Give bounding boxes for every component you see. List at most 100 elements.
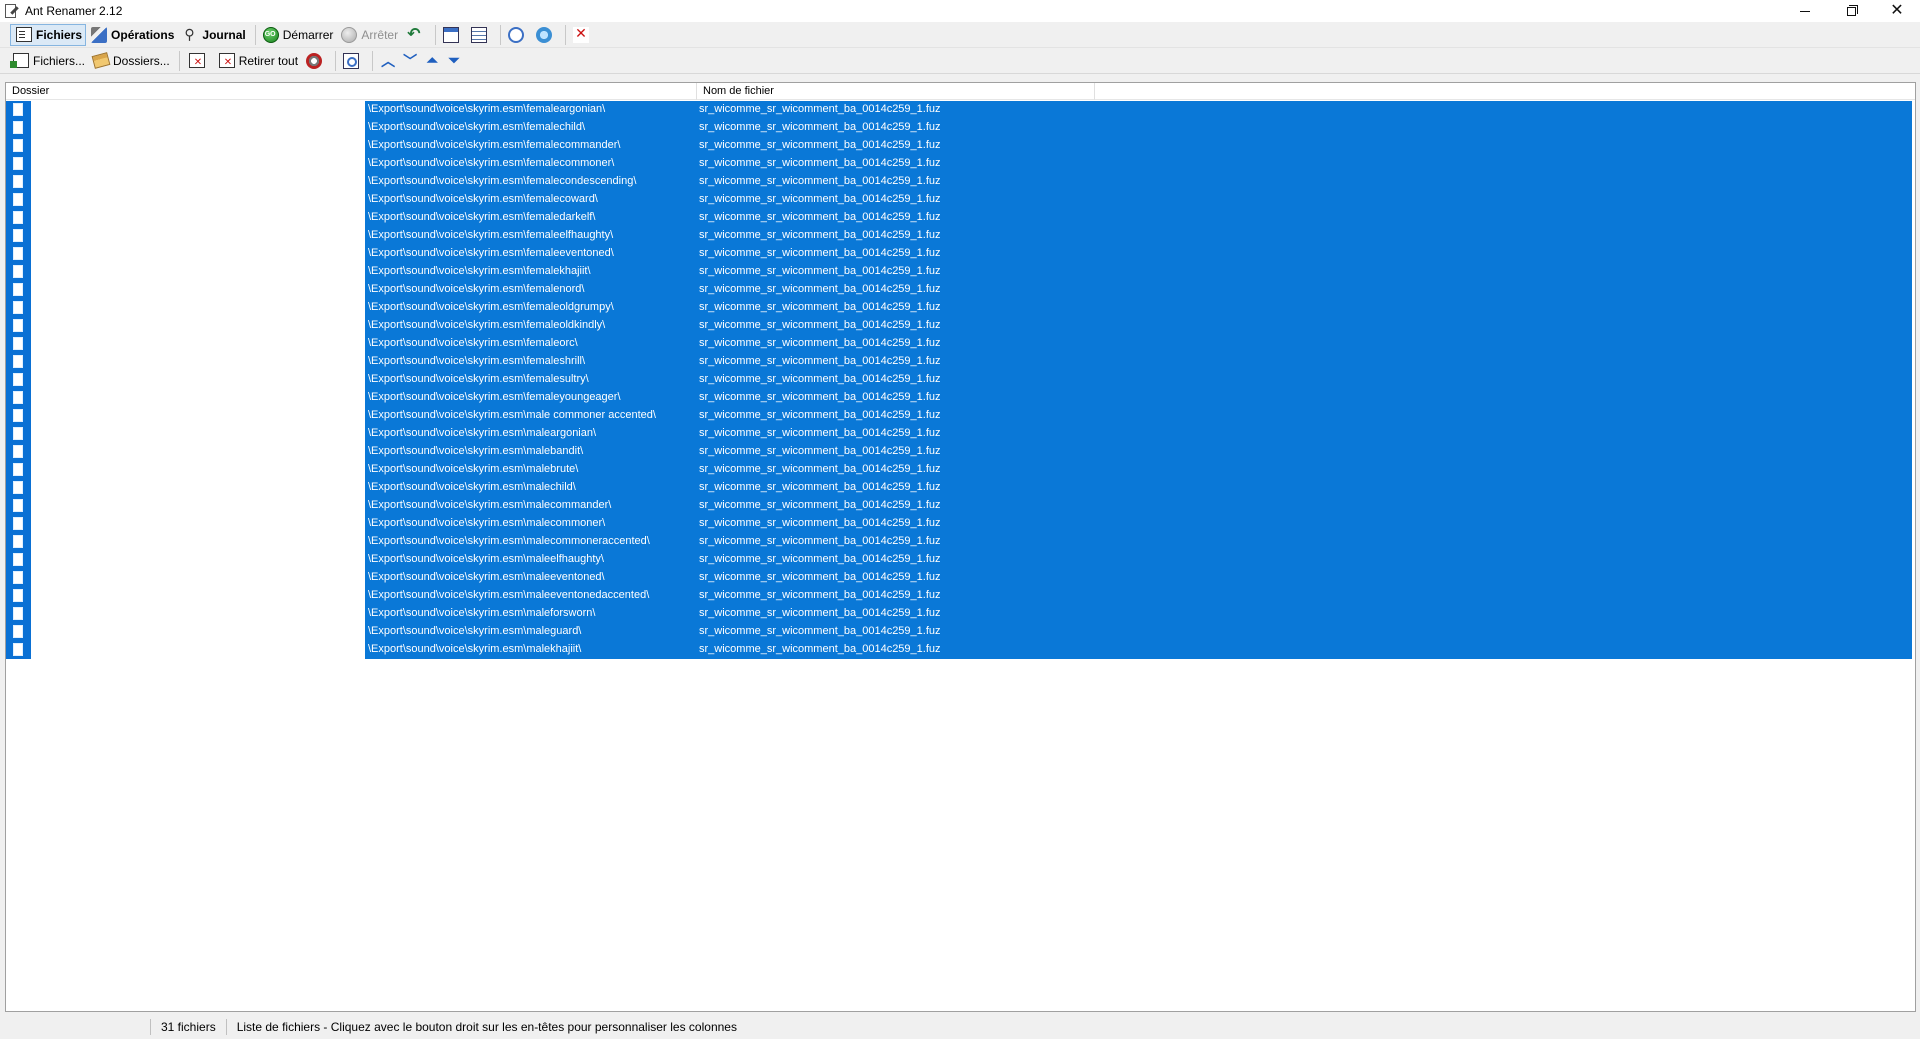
table-row[interactable]: \Export\sound\voice\skyrim.esm\femaleold… (6, 317, 1915, 335)
table-row[interactable]: \Export\sound\voice\skyrim.esm\femaledar… (6, 209, 1915, 227)
file-icon (13, 157, 23, 170)
table-row[interactable]: \Export\sound\voice\skyrim.esm\femaleshr… (6, 353, 1915, 371)
row-dossier: \Export\sound\voice\skyrim.esm\femaleold… (368, 319, 606, 331)
row-filename: sr_wicomme_sr_wicomment_ba_0014c259_1.fu… (699, 247, 941, 259)
add-folders-button[interactable]: Dossiers... (90, 50, 173, 72)
file-icon (13, 481, 23, 494)
row-blank (31, 119, 365, 137)
table-row[interactable]: \Export\sound\voice\skyrim.esm\maleevent… (6, 587, 1915, 605)
row-selection (365, 461, 1912, 479)
main-toolbar: Fichiers Opérations Journal Démarrer Arr… (0, 22, 1920, 48)
remove-dead-button[interactable] (303, 50, 329, 72)
remove-all-label: Retirer tout (238, 53, 299, 68)
help-button[interactable] (533, 24, 559, 46)
row-blank (31, 245, 365, 263)
row-filename: sr_wicomme_sr_wicomment_ba_0014c259_1.fu… (699, 481, 941, 493)
table-row[interactable]: \Export\sound\voice\skyrim.esm\femaleelf… (6, 227, 1915, 245)
stop-button[interactable]: Arrêter (338, 24, 401, 46)
row-filename: sr_wicomme_sr_wicomment_ba_0014c259_1.fu… (699, 337, 941, 349)
file-icon (13, 517, 23, 530)
files-icon (16, 27, 32, 42)
status-message: Liste de fichiers - Cliquez avec le bout… (236, 1020, 737, 1034)
row-filename: sr_wicomme_sr_wicomment_ba_0014c259_1.fu… (699, 229, 941, 241)
table-row[interactable]: \Export\sound\voice\skyrim.esm\maleguard… (6, 623, 1915, 641)
row-icon-cell (6, 515, 31, 533)
column-header-dossier[interactable]: Dossier (6, 83, 697, 100)
table-row[interactable]: \Export\sound\voice\skyrim.esm\maleargon… (6, 425, 1915, 443)
row-dossier: \Export\sound\voice\skyrim.esm\male comm… (368, 409, 656, 421)
window-view-button[interactable] (440, 24, 466, 46)
row-dossier: \Export\sound\voice\skyrim.esm\femalecom… (368, 139, 621, 151)
table-row[interactable]: \Export\sound\voice\skyrim.esm\maleforsw… (6, 605, 1915, 623)
file-count: 31 fichiers (161, 1020, 216, 1034)
remove-all-icon (218, 53, 235, 68)
exit-button[interactable] (570, 24, 596, 46)
remove-selected-button[interactable] (184, 50, 212, 72)
row-filename: sr_wicomme_sr_wicomment_ba_0014c259_1.fu… (699, 409, 941, 421)
tab-journal-label: Journal (202, 27, 246, 42)
table-row[interactable]: \Export\sound\voice\skyrim.esm\maleelfha… (6, 551, 1915, 569)
tab-operations[interactable]: Opérations (88, 24, 177, 46)
undo-button[interactable] (403, 24, 429, 46)
row-selection (365, 641, 1912, 659)
close-window-button[interactable]: ✕ (1874, 0, 1920, 22)
row-dossier: \Export\sound\voice\skyrim.esm\femaleshr… (368, 355, 586, 367)
feedback-button[interactable] (505, 24, 531, 46)
table-row[interactable]: \Export\sound\voice\skyrim.esm\femaleold… (6, 299, 1915, 317)
table-row[interactable]: \Export\sound\voice\skyrim.esm\femaleeve… (6, 245, 1915, 263)
file-icon (13, 301, 23, 314)
minimize-button[interactable] (1782, 0, 1828, 22)
row-selection (365, 353, 1912, 371)
table-row[interactable]: \Export\sound\voice\skyrim.esm\malecomma… (6, 497, 1915, 515)
move-bottom-button[interactable]: ⏷ (446, 52, 462, 69)
row-blank (31, 587, 365, 605)
row-selection (365, 605, 1912, 623)
table-row[interactable]: \Export\sound\voice\skyrim.esm\malecommo… (6, 515, 1915, 533)
preview-button[interactable] (340, 50, 366, 72)
table-row[interactable]: \Export\sound\voice\skyrim.esm\femalecom… (6, 155, 1915, 173)
add-files-button[interactable]: Fichiers... (8, 50, 88, 72)
table-row[interactable]: \Export\sound\voice\skyrim.esm\malechild… (6, 479, 1915, 497)
go-icon (262, 26, 279, 43)
row-icon-cell (6, 569, 31, 587)
table-row[interactable]: \Export\sound\voice\skyrim.esm\femalearg… (6, 101, 1915, 119)
row-filename: sr_wicomme_sr_wicomment_ba_0014c259_1.fu… (699, 103, 941, 115)
operations-icon (91, 26, 108, 43)
start-button[interactable]: Démarrer (260, 24, 337, 46)
row-blank (31, 173, 365, 191)
restore-icon (1846, 4, 1858, 16)
move-up-button[interactable]: ︿ (380, 53, 396, 69)
remove-all-button[interactable]: Retirer tout (214, 50, 301, 72)
status-bar: 31 fichiers Liste de fichiers - Cliquez … (0, 1015, 1920, 1039)
table-row[interactable]: \Export\sound\voice\skyrim.esm\femalecow… (6, 191, 1915, 209)
table-row[interactable]: \Export\sound\voice\skyrim.esm\femalechi… (6, 119, 1915, 137)
file-list[interactable]: Dossier Nom de fichier \Export\sound\voi… (5, 82, 1916, 1012)
table-row[interactable]: \Export\sound\voice\skyrim.esm\femalenor… (6, 281, 1915, 299)
row-blank (31, 407, 365, 425)
row-blank (31, 137, 365, 155)
move-top-button[interactable]: ⏶ (424, 52, 440, 69)
table-row[interactable]: \Export\sound\voice\skyrim.esm\malecommo… (6, 533, 1915, 551)
window-controls: ✕ (1782, 0, 1920, 22)
table-row[interactable]: \Export\sound\voice\skyrim.esm\femalecon… (6, 173, 1915, 191)
table-row[interactable]: \Export\sound\voice\skyrim.esm\femalesul… (6, 371, 1915, 389)
tab-files[interactable]: Fichiers (10, 23, 87, 46)
row-icon-cell (6, 587, 31, 605)
table-row[interactable]: \Export\sound\voice\skyrim.esm\male comm… (6, 407, 1915, 425)
table-row[interactable]: \Export\sound\voice\skyrim.esm\malekhaji… (6, 641, 1915, 659)
table-row[interactable]: \Export\sound\voice\skyrim.esm\femaleorc… (6, 335, 1915, 353)
restore-button[interactable] (1828, 0, 1874, 22)
row-filename: sr_wicomme_sr_wicomment_ba_0014c259_1.fu… (699, 301, 941, 313)
row-blank (31, 443, 365, 461)
row-filename: sr_wicomme_sr_wicomment_ba_0014c259_1.fu… (699, 535, 941, 547)
move-down-button[interactable]: ﹀ (402, 53, 418, 69)
table-row[interactable]: \Export\sound\voice\skyrim.esm\femalecom… (6, 137, 1915, 155)
table-row[interactable]: \Export\sound\voice\skyrim.esm\malebandi… (6, 443, 1915, 461)
table-row[interactable]: \Export\sound\voice\skyrim.esm\femaleyou… (6, 389, 1915, 407)
column-header-filename[interactable]: Nom de fichier (697, 83, 1095, 100)
table-row[interactable]: \Export\sound\voice\skyrim.esm\femalekha… (6, 263, 1915, 281)
grid-view-button[interactable] (468, 24, 494, 46)
tab-journal[interactable]: Journal (179, 24, 248, 46)
table-row[interactable]: \Export\sound\voice\skyrim.esm\maleevent… (6, 569, 1915, 587)
table-row[interactable]: \Export\sound\voice\skyrim.esm\malebrute… (6, 461, 1915, 479)
